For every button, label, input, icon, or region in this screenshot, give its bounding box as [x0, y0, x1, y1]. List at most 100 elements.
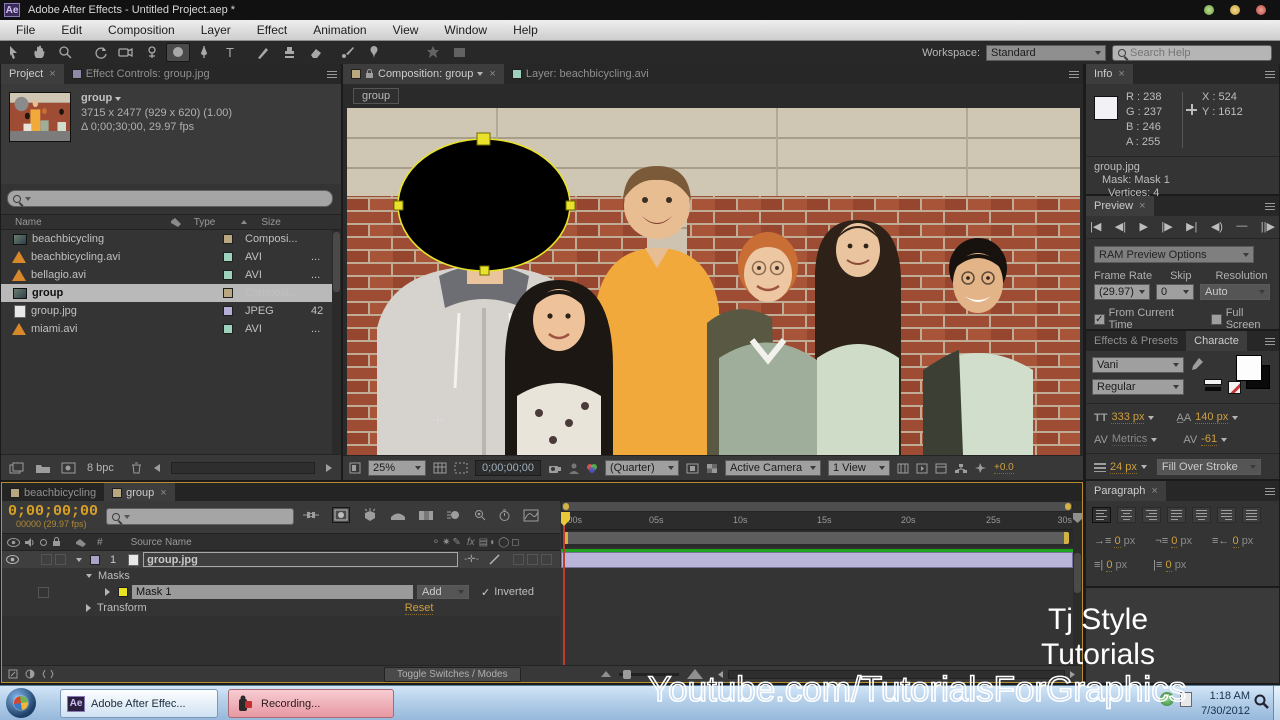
live-update-icon[interactable]: [332, 507, 350, 523]
frame-blending-icon[interactable]: [418, 509, 434, 522]
always-preview-icon[interactable]: [349, 462, 361, 474]
audio-toggle[interactable]: [41, 554, 52, 565]
tab-character[interactable]: Characte: [1186, 331, 1247, 351]
scroll-left-arrow[interactable]: [153, 463, 161, 473]
panel-menu-icon[interactable]: [1261, 481, 1279, 501]
label-swatch[interactable]: [223, 306, 233, 316]
exposure-value[interactable]: +0.0: [994, 462, 1014, 474]
zoom-tool[interactable]: [53, 43, 77, 62]
anchor-switch[interactable]: -✛-: [464, 554, 479, 565]
roto-brush-tool[interactable]: [336, 43, 360, 62]
tab-timeline-group[interactable]: group ×: [104, 483, 175, 503]
pixel-aspect-icon[interactable]: [897, 463, 909, 474]
maximize-button[interactable]: [1230, 5, 1240, 15]
swap-fill-stroke-icon[interactable]: [1204, 379, 1224, 393]
next-frame-button[interactable]: |▶: [1161, 220, 1172, 233]
layer-row-group-jpg[interactable]: 1 group.jpg -✛-: [2, 551, 560, 568]
source-name-column[interactable]: Source Name: [131, 537, 192, 548]
new-composition-icon[interactable]: [61, 462, 77, 474]
justify-last-center-button[interactable]: [1192, 507, 1211, 523]
font-size-value[interactable]: 333 px: [1111, 411, 1145, 424]
shape-ellipse-tool[interactable]: [166, 43, 190, 62]
skip-dropdown[interactable]: 0: [1156, 284, 1194, 300]
prev-frame-button[interactable]: ◀|: [1115, 220, 1126, 233]
masks-group-row[interactable]: Masks: [2, 568, 560, 584]
comp-marker-bin[interactable]: [1073, 513, 1082, 523]
play-button[interactable]: ▶: [1139, 220, 1147, 233]
switch-box[interactable]: [513, 554, 524, 565]
tab-composition-group[interactable]: Composition: group ×: [343, 64, 504, 84]
minimize-button[interactable]: [1204, 5, 1214, 15]
time-ruler[interactable]: :00s 05s 10s 15s 20s 25s 30s: [561, 512, 1073, 530]
transparency-grid-icon[interactable]: [706, 463, 718, 474]
tab-layer-beachbicycling[interactable]: Layer: beachbicycling.avi: [504, 64, 657, 84]
time-navigator[interactable]: [561, 501, 1073, 512]
zoom-out-mountain-icon[interactable]: [600, 671, 611, 677]
from-current-time-checkbox[interactable]: ✓: [1094, 313, 1105, 325]
tag-icon[interactable]: [170, 217, 182, 227]
view-layout-dropdown[interactable]: 1 View: [828, 460, 890, 476]
timeline-button-icon[interactable]: [935, 463, 947, 474]
puppet-pin-tool[interactable]: [362, 43, 386, 62]
transform-reset-link[interactable]: Reset: [404, 602, 434, 615]
trash-icon[interactable]: [130, 461, 143, 474]
start-button[interactable]: [6, 688, 36, 718]
label-swatch[interactable]: [223, 288, 233, 298]
taskbar-button-recording[interactable]: Recording...: [228, 689, 394, 718]
brainstorm-icon[interactable]: [473, 509, 486, 522]
label-swatch[interactable]: [223, 270, 233, 280]
exposure-icon[interactable]: [974, 462, 987, 474]
space-before-value[interactable]: 0: [1106, 559, 1113, 572]
pen-tool[interactable]: [192, 43, 216, 62]
ram-preview-button[interactable]: ||▶: [1261, 220, 1275, 233]
close-icon[interactable]: ×: [1139, 200, 1145, 212]
motion-blur-icon[interactable]: [446, 509, 461, 522]
view-dropdown[interactable]: Active Camera: [725, 460, 821, 476]
new-folder-icon[interactable]: [35, 462, 51, 474]
vertical-scrollbar[interactable]: [1074, 553, 1081, 593]
type-tool[interactable]: T: [218, 43, 242, 62]
space-after-value[interactable]: 0: [1165, 559, 1172, 572]
table-row[interactable]: beachbicycling.avi AVI ...: [1, 248, 333, 266]
work-area-bar[interactable]: [563, 532, 1069, 544]
eyedropper-icon[interactable]: [1190, 357, 1204, 371]
first-frame-button[interactable]: |◀: [1090, 220, 1101, 233]
quality-switch[interactable]: [489, 554, 501, 565]
menu-effect[interactable]: Effect: [257, 23, 287, 37]
draft-3d-icon[interactable]: [362, 508, 378, 522]
menu-layer[interactable]: Layer: [201, 23, 231, 37]
rotate-tool[interactable]: [88, 43, 112, 62]
switch-box[interactable]: [527, 554, 538, 565]
menu-window[interactable]: Window: [444, 23, 487, 37]
workspace-dropdown[interactable]: Standard: [986, 44, 1106, 61]
timeline-graph-area[interactable]: :00s 05s 10s 15s 20s 25s 30s: [561, 501, 1073, 665]
menu-view[interactable]: View: [393, 23, 419, 37]
menu-animation[interactable]: Animation: [313, 23, 366, 37]
justify-last-right-button[interactable]: [1217, 507, 1236, 523]
close-icon[interactable]: ×: [489, 68, 495, 80]
expand-arrow-collapsed[interactable]: [105, 588, 110, 596]
loop-button[interactable]: —: [1236, 220, 1247, 233]
table-row[interactable]: beachbicycling Composi...: [1, 230, 333, 248]
layer-duration-bar[interactable]: [561, 552, 1073, 568]
show-channel-icon[interactable]: [586, 463, 598, 474]
project-scrollbar[interactable]: [332, 230, 341, 454]
tab-project[interactable]: Project ×: [1, 64, 64, 84]
playhead-line[interactable]: [563, 512, 565, 665]
taskbar-clock[interactable]: 1:18 AM 7/30/2012: [1201, 689, 1250, 719]
frame-rate-dropdown[interactable]: (29.97): [1094, 284, 1150, 300]
mask-color-swatch[interactable]: [118, 587, 128, 597]
taskbar-button-after-effects[interactable]: Ae Adobe After Effec...: [60, 689, 218, 718]
search-help-input[interactable]: [1130, 46, 1250, 59]
last-frame-button[interactable]: ▶|: [1186, 220, 1197, 233]
indent-firstline-value[interactable]: 0: [1171, 535, 1178, 548]
close-button[interactable]: [1256, 5, 1266, 15]
composition-breadcrumb[interactable]: group: [353, 88, 400, 104]
justify-last-left-button[interactable]: [1167, 507, 1186, 523]
table-row[interactable]: group.jpg JPEG 42: [1, 302, 333, 320]
composition-viewer[interactable]: [347, 108, 1080, 455]
indent-left-value[interactable]: 0: [1114, 535, 1121, 548]
font-family-dropdown[interactable]: Vani: [1092, 357, 1184, 373]
resolution-preview-dropdown[interactable]: Auto: [1200, 284, 1270, 300]
project-search-box[interactable]: [7, 190, 333, 207]
